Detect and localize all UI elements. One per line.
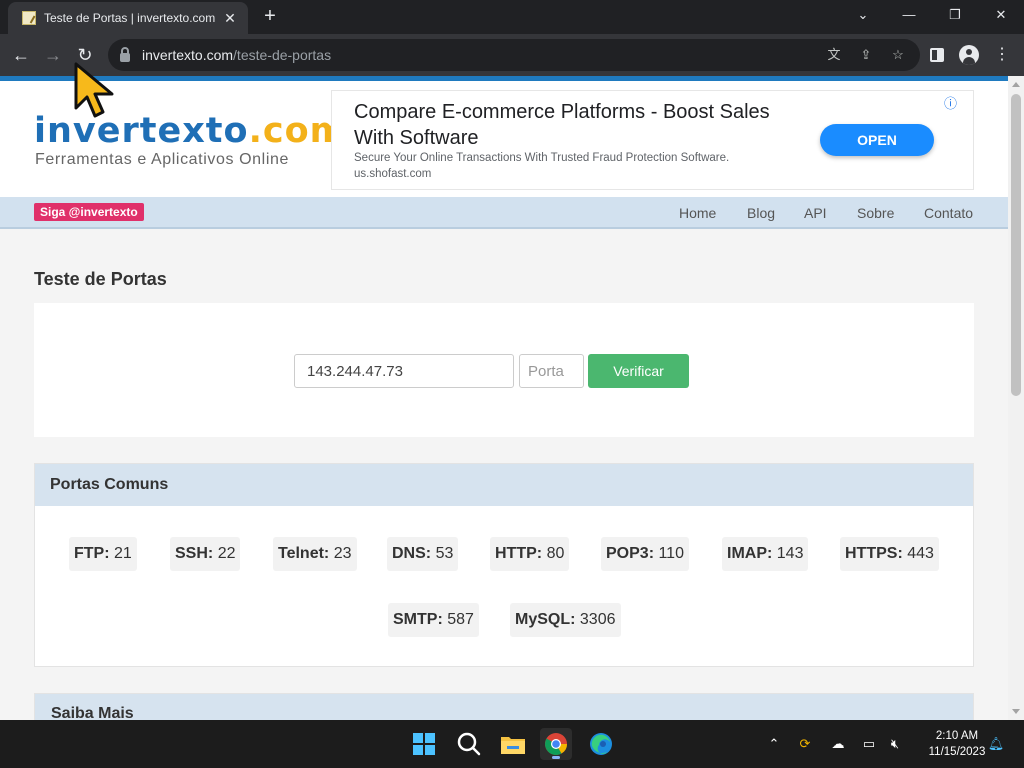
edge-icon[interactable] [585, 728, 617, 760]
port-name: FTP: [74, 545, 110, 562]
port-number: 80 [546, 545, 565, 562]
port-name: HTTP: [495, 545, 543, 562]
port-name: POP3: [606, 545, 655, 562]
learn-more-heading: Saiba Mais [51, 705, 134, 720]
ad-open-button[interactable]: OPEN [820, 124, 934, 156]
site-nav: Siga @invertexto Home Blog API Sobre Con… [0, 197, 1008, 229]
page-scrollbar[interactable] [1008, 76, 1024, 720]
logo-tagline: Ferramentas e Aplicativos Online [35, 151, 289, 168]
ad-banner[interactable]: Compare E-commerce Platforms - Boost Sal… [331, 90, 974, 190]
network-icon[interactable]: ▭ [860, 735, 878, 753]
tray-chevron-up-icon[interactable]: ⌃ [765, 735, 783, 753]
port-name: MySQL: [515, 611, 576, 628]
address-bar[interactable]: invertexto.com/teste-de-portas 文 ⇪ ☆ [108, 39, 920, 71]
ad-url[interactable]: us.shofast.com [354, 168, 431, 180]
new-tab-plus-icon[interactable]: + [258, 4, 282, 28]
port-check-form: Verificar [34, 303, 974, 437]
browser-toolbar: ← → ↻ invertexto.com/teste-de-portas 文 ⇪… [0, 34, 1024, 76]
share-icon[interactable]: ⇪ [858, 47, 874, 63]
port-name: DNS: [392, 545, 432, 562]
nav-link-contato[interactable]: Contato [924, 205, 973, 221]
menu-kebab-icon[interactable]: ⋮ [993, 46, 1011, 64]
learn-more-panel: Saiba Mais [34, 693, 974, 720]
translate-icon[interactable]: 文 [826, 47, 842, 63]
notepad-favicon-icon [22, 11, 36, 25]
port-chip-smtp[interactable]: SMTP: 587 [388, 603, 479, 637]
port-name: Telnet: [278, 545, 330, 562]
lock-icon[interactable] [120, 46, 130, 62]
chrome-icon [545, 733, 567, 755]
common-ports-grid: FTP: 21 SSH: 22 Telnet: 23 DNS: 53 HTTP:… [35, 506, 973, 666]
restore-icon[interactable]: ❐ [932, 0, 978, 30]
port-chip-http[interactable]: HTTP: 80 [490, 537, 570, 571]
notification-bell-icon[interactable]: 🔔︎ [987, 735, 1005, 753]
port-chip-dns[interactable]: DNS: 53 [387, 537, 459, 571]
mouse-pointer-icon [74, 62, 114, 118]
forward-arrow-icon[interactable]: → [38, 40, 68, 70]
sync-update-icon[interactable]: ⟳ [796, 735, 814, 753]
nav-link-blog[interactable]: Blog [747, 205, 775, 221]
ad-title[interactable]: Compare E-commerce Platforms - Boost Sal… [354, 99, 774, 151]
social-follow-badge[interactable]: Siga @invertexto [34, 203, 144, 221]
port-chip-ssh[interactable]: SSH: 22 [170, 537, 241, 571]
windows-taskbar: ⌃ ⟳ ☁ ▭ 🔇︎ 2:10 AM 11/15/2023 🔔︎ [0, 720, 1024, 768]
scrollbar-thumb[interactable] [1011, 94, 1021, 396]
port-number: 143 [776, 545, 804, 562]
port-chip-ftp[interactable]: FTP: 21 [69, 537, 137, 571]
port-number: 587 [447, 611, 474, 628]
windows-start-icon[interactable] [408, 728, 440, 760]
volume-muted-icon[interactable]: 🔇︎ [886, 735, 904, 753]
port-chip-pop3[interactable]: POP3: 110 [601, 537, 689, 571]
port-number: 110 [658, 545, 684, 562]
scroll-down-arrow-icon[interactable] [1012, 709, 1020, 714]
url-path: /teste-de-portas [233, 47, 332, 63]
search-icon[interactable] [453, 728, 485, 760]
port-chip-telnet[interactable]: Telnet: 23 [273, 537, 357, 571]
close-tab-icon[interactable]: ✕ [222, 10, 238, 27]
port-number: 3306 [579, 611, 616, 628]
port-number: 53 [435, 545, 454, 562]
close-window-icon[interactable]: ✕ [978, 0, 1024, 30]
common-ports-panel: Portas Comuns FTP: 21 SSH: 22 Telnet: 23… [34, 463, 974, 667]
ad-description: Secure Your Online Transactions With Tru… [354, 152, 730, 164]
minimize-icon[interactable]: — [886, 0, 932, 30]
port-name: SMTP: [393, 611, 443, 628]
nav-link-api[interactable]: API [804, 205, 827, 221]
cloud-offline-icon[interactable]: ☁ [829, 735, 847, 753]
port-name: HTTPS: [845, 545, 903, 562]
page-viewport: invertexto.com Ferramentas e Aplicativos… [0, 76, 1008, 720]
port-chip-mysql[interactable]: MySQL: 3306 [510, 603, 621, 637]
tab-search-chevron-icon[interactable]: ⌄ [840, 0, 886, 30]
nav-link-sobre[interactable]: Sobre [857, 205, 894, 221]
port-name: SSH: [175, 545, 214, 562]
scroll-up-arrow-icon[interactable] [1012, 82, 1020, 87]
back-arrow-icon[interactable]: ← [6, 40, 36, 70]
port-number: 21 [114, 545, 132, 562]
browser-tab-bar: Teste de Portas | invertexto.com ✕ + ⌄ —… [0, 0, 1024, 34]
port-input[interactable] [519, 354, 584, 388]
bookmark-star-icon[interactable]: ☆ [890, 47, 906, 63]
browser-tab-active[interactable]: Teste de Portas | invertexto.com ✕ [8, 2, 248, 34]
side-panel-icon[interactable] [930, 48, 944, 62]
profile-avatar-icon[interactable] [959, 45, 979, 65]
tab-title: Teste de Portas | invertexto.com [44, 11, 216, 25]
url-host: invertexto.com [142, 47, 234, 63]
site-header: invertexto.com Ferramentas e Aplicativos… [0, 81, 1008, 197]
ad-info-icon[interactable]: ⓘ [944, 93, 957, 112]
port-name: IMAP: [727, 545, 773, 562]
verify-button[interactable]: Verificar [588, 354, 689, 388]
file-explorer-icon[interactable] [497, 728, 529, 760]
logo-text: invertexto [34, 111, 249, 151]
ip-address-input[interactable] [294, 354, 514, 388]
port-number: 23 [333, 545, 352, 562]
port-chip-https[interactable]: HTTPS: 443 [840, 537, 939, 571]
port-number: 22 [217, 545, 236, 562]
page-title: Teste de Portas [34, 269, 167, 289]
port-number: 443 [907, 545, 934, 562]
common-ports-heading: Portas Comuns [35, 464, 973, 506]
chrome-taskbar-button[interactable] [540, 728, 572, 760]
port-chip-imap[interactable]: IMAP: 143 [722, 537, 809, 571]
nav-link-home[interactable]: Home [679, 205, 716, 221]
